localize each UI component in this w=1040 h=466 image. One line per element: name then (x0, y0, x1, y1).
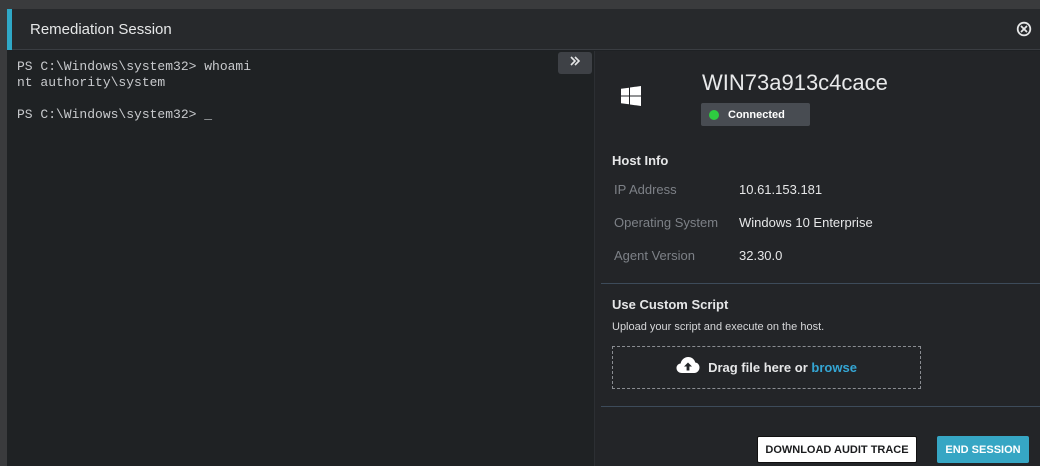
double-chevron-right-icon (569, 54, 581, 72)
status-badge: Connected (701, 103, 810, 126)
host-name: WIN73a913c4cace (702, 70, 888, 95)
window-title: Remediation Session (30, 21, 172, 38)
ip-address-label: IP Address (614, 182, 677, 197)
download-audit-trace-button[interactable]: DOWNLOAD AUDIT TRACE (757, 436, 917, 463)
status-label: Connected (728, 108, 785, 121)
browse-link[interactable]: browse (811, 360, 857, 375)
terminal-line: ​ (17, 91, 594, 107)
windows-logo-icon (621, 86, 641, 106)
terminal-line: PS C:\Windows\system32> _ (17, 107, 213, 122)
terminal-console[interactable]: PS C:\Windows\system32> whoami nt authori… (7, 51, 594, 466)
custom-script-helper: Upload your script and execute on the ho… (612, 321, 825, 333)
collapse-panel-button[interactable] (558, 52, 592, 74)
host-details-panel: WIN73a913c4cace Connected Host Info IP A… (595, 51, 1040, 466)
section-divider (601, 406, 1040, 407)
titlebar: Remediation Session (7, 9, 1040, 50)
ip-address-value: 10.61.153.181 (739, 182, 823, 197)
custom-script-title: Use Custom Script (612, 297, 729, 312)
file-dropzone[interactable]: Drag file here or browse (612, 346, 921, 389)
os-label: Operating System (614, 215, 719, 230)
terminal-line: PS C:\Windows\system32> whoami (17, 59, 252, 74)
dropzone-label: Drag file here or (708, 360, 808, 375)
status-dot (709, 109, 719, 120)
agent-version-label: Agent Version (614, 248, 695, 263)
section-divider (601, 283, 1040, 284)
remediation-session-window: Remediation Session PS C:\Windows\system… (7, 9, 1040, 466)
dropzone-text: Drag file here or browse (708, 360, 857, 375)
agent-version-value: 32.30.0 (739, 248, 783, 263)
close-icon[interactable] (1016, 21, 1032, 37)
titlebar-accent (7, 9, 12, 50)
end-session-button[interactable]: END SESSION (937, 436, 1029, 463)
cloud-upload-icon (676, 356, 700, 379)
terminal-line: nt authority\system (17, 75, 166, 90)
host-info-title: Host Info (612, 153, 669, 168)
os-value: Windows 10 Enterprise (739, 215, 873, 230)
